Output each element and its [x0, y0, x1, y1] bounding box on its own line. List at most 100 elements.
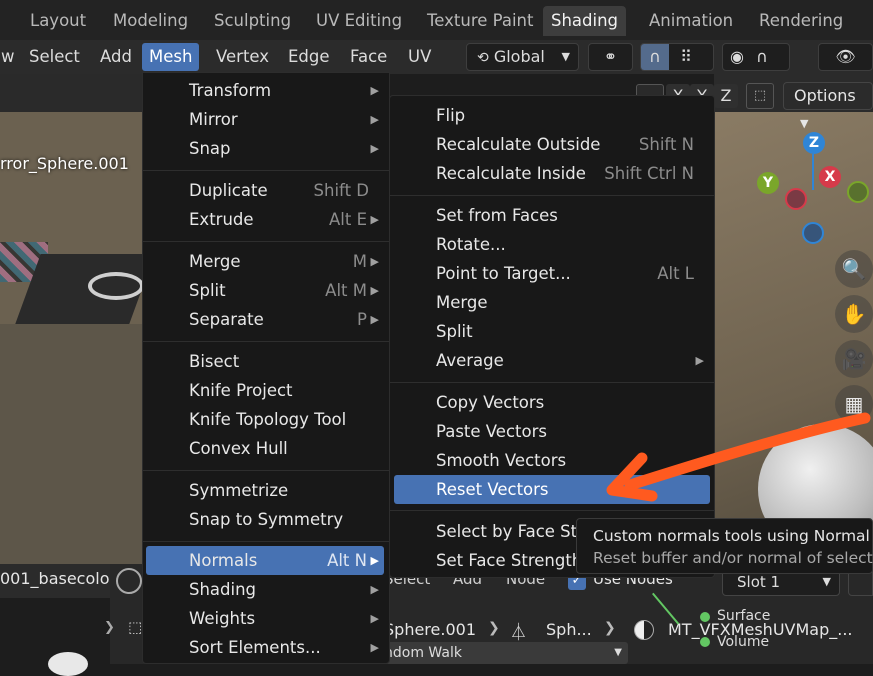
mesh-menu-bisect[interactable]: Bisect [143, 347, 389, 376]
surface-socket[interactable] [700, 612, 710, 622]
mesh-menu-merge[interactable]: Merge M ▶ [143, 247, 389, 276]
mesh-menu-separate[interactable]: Separate P ▶ [143, 305, 389, 334]
mirror-z-toggle[interactable]: Z [714, 84, 738, 108]
chevron-down-icon: ▼ [614, 647, 622, 658]
menu-separator [143, 170, 389, 171]
menu-item-label: Snap [189, 139, 231, 158]
tab-modeling[interactable]: Modeling [105, 6, 196, 36]
axis-neg-z-gizmo[interactable] [802, 222, 824, 244]
mesh-menu-knife-topology[interactable]: Knife Topology Tool [143, 405, 389, 434]
menu-item-label: Select by Face Str [436, 522, 584, 541]
normals-merge[interactable]: Merge [390, 288, 714, 317]
menu-separator [143, 470, 389, 471]
mesh-menu-snap[interactable]: Snap ▶ [143, 134, 389, 163]
axis-neg-y-gizmo[interactable] [847, 181, 869, 203]
image-browse-icon[interactable] [116, 568, 142, 594]
auto-merge-icon[interactable]: ⬚ [746, 83, 774, 109]
image-name-label[interactable]: 001_basecolo [0, 569, 110, 588]
menu-shortcut: Alt M [325, 281, 367, 300]
axis-x-gizmo[interactable]: X [819, 166, 841, 188]
menu-edge[interactable]: Edge [281, 43, 337, 71]
zoom-icon[interactable]: 🔍 [835, 250, 873, 288]
normals-rotate[interactable]: Rotate... [390, 230, 714, 259]
transform-orientation-dropdown[interactable]: ⟲ Global ▼ [466, 43, 579, 71]
menu-face[interactable]: Face [343, 43, 394, 71]
options-dropdown[interactable]: Options ▼ [783, 82, 873, 130]
tooltip-line-1: Custom normals tools using Normal [593, 527, 870, 545]
visibility-dropdown[interactable]: 👁 [818, 43, 873, 71]
mesh-menu-shading[interactable]: Shading ▶ [143, 575, 389, 604]
menu-item-label: Smooth Vectors [436, 451, 567, 470]
menu-separator [143, 241, 389, 242]
normals-point-to-target[interactable]: Point to Target... Alt L [390, 259, 714, 288]
eye-icon: 👁 [835, 47, 856, 66]
menu-vertex[interactable]: Vertex [209, 43, 276, 71]
menu-shortcut: Alt E [328, 210, 367, 229]
submenu-arrow-icon: ▶ [370, 583, 379, 596]
menu-uv[interactable]: UV [401, 43, 438, 71]
mesh-menu-split[interactable]: Split Alt M ▶ [143, 276, 389, 305]
chevron-right-icon[interactable]: ❯ [104, 620, 115, 635]
snap-grid-icon: ⠿ [680, 47, 692, 66]
mesh-menu-snap-to-symmetry[interactable]: Snap to Symmetry [143, 505, 389, 534]
proportional-edit-controls[interactable]: ◉ ∩ [722, 43, 790, 71]
axis-neg-x-gizmo[interactable] [785, 188, 807, 210]
falloff-curve-icon: ∩ [756, 47, 768, 66]
menu-view-partial[interactable]: w [0, 43, 22, 71]
axis-z-line [812, 154, 814, 190]
mesh-menu-normals[interactable]: Normals Alt N ▶ [146, 546, 384, 575]
camera-icon[interactable]: 🎥 [835, 340, 873, 378]
normals-set-from-faces[interactable]: Set from Faces [390, 201, 714, 230]
normals-average[interactable]: Average ▶ [390, 346, 714, 375]
mesh-menu-sort-elements[interactable]: Sort Elements... ▶ [143, 633, 389, 662]
normals-flip[interactable]: Flip [390, 101, 714, 130]
normals-recalculate-outside[interactable]: Recalculate Outside Shift N [390, 130, 714, 159]
volume-socket[interactable] [700, 637, 710, 647]
tab-shading[interactable]: Shading [543, 6, 627, 36]
mesh-menu-transform[interactable]: Transform ▶ [143, 76, 389, 105]
surface-output-label: Surface [717, 608, 771, 624]
subsurface-method-dropdown[interactable]: ndom Walk ▼ [378, 642, 628, 664]
snapping-controls[interactable]: ∩ ⠿ [640, 43, 714, 71]
proportional-edit-icon: ◉ [730, 47, 744, 66]
mesh-menu-duplicate[interactable]: Duplicate Shift D [143, 176, 389, 205]
tab-uv-editing[interactable]: UV Editing [308, 6, 410, 36]
magnet-icon: ∩ [641, 44, 669, 70]
mesh-menu-weights[interactable]: Weights ▶ [143, 604, 389, 633]
normals-recalculate-inside[interactable]: Recalculate Inside Shift Ctrl N [390, 159, 714, 188]
mesh-menu-extrude[interactable]: Extrude Alt E ▶ [143, 205, 389, 234]
3d-viewport-left[interactable]: rror_Sphere.001 [0, 74, 155, 564]
mesh-menu-convex-hull[interactable]: Convex Hull [143, 434, 389, 463]
tab-sculpting[interactable]: Sculpting [206, 6, 299, 36]
tooltip: Custom normals tools using Normal Reset … [576, 518, 873, 574]
mesh-menu-symmetrize[interactable]: Symmetrize [143, 476, 389, 505]
pivot-point-dropdown[interactable]: ⚭ [588, 43, 633, 71]
menu-mesh[interactable]: Mesh [142, 43, 200, 71]
menu-separator [390, 382, 714, 383]
chevron-down-icon: ▼ [800, 117, 809, 130]
menu-item-label: Rotate... [436, 235, 506, 254]
tab-animation[interactable]: Animation [641, 6, 741, 36]
pan-hand-icon[interactable]: ✋ [835, 295, 873, 333]
menu-item-label: Extrude [189, 210, 254, 229]
menu-item-label: Mirror [189, 110, 238, 129]
node-link [652, 592, 680, 625]
axis-y-gizmo[interactable]: Y [757, 172, 779, 194]
tab-rendering[interactable]: Rendering [751, 6, 851, 36]
axis-z-gizmo[interactable]: Z [803, 132, 825, 154]
submenu-arrow-icon: ▶ [370, 84, 379, 97]
breadcrumb-mesh[interactable]: Sph... [546, 620, 592, 639]
tab-layout[interactable]: Layout [22, 6, 94, 36]
tab-texture-paint[interactable]: Texture Paint [419, 6, 541, 36]
menu-select[interactable]: Select [22, 43, 87, 71]
viewport-header-strip [0, 74, 142, 112]
normals-split[interactable]: Split [390, 317, 714, 346]
breadcrumb-separator-icon: ❯ [604, 620, 616, 636]
workspace-tab-bar: Layout Modeling Sculpting UV Editing Tex… [0, 0, 873, 40]
menu-shortcut: P [357, 310, 367, 329]
breadcrumb-object[interactable]: Sphere.001 [384, 620, 476, 639]
menu-add[interactable]: Add [93, 43, 139, 71]
menu-item-label: Recalculate Outside [436, 135, 601, 154]
mesh-menu-mirror[interactable]: Mirror ▶ [143, 105, 389, 134]
mesh-menu-knife-project[interactable]: Knife Project [143, 376, 389, 405]
